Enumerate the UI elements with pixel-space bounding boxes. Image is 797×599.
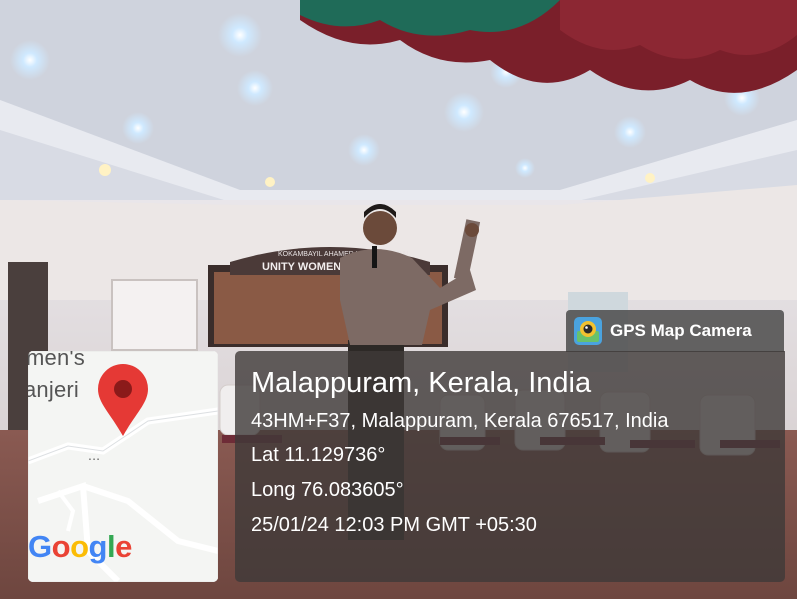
app-name-label: GPS Map Camera bbox=[610, 321, 752, 340]
camera-lens-icon bbox=[574, 317, 602, 345]
google-logo: Google bbox=[28, 529, 132, 565]
google-letter: g bbox=[88, 529, 108, 564]
map-thumbnail[interactable]: men's anjeri ... Google bbox=[28, 351, 218, 582]
address-text: 43HM+F37, Malappuram, Kerala 676517, Ind… bbox=[251, 410, 669, 432]
location-info-panel: Malappuram, Kerala, India 43HM+F37, Mala… bbox=[235, 351, 785, 582]
longitude-text: Long 76.083605° bbox=[251, 479, 404, 501]
map-ellipsis: ... bbox=[88, 447, 101, 463]
google-letter: e bbox=[115, 529, 132, 564]
app-badge: GPS Map Camera bbox=[566, 310, 784, 352]
datetime-text: 25/01/24 12:03 PM GMT +05:30 bbox=[251, 514, 537, 536]
google-letter: o bbox=[70, 529, 89, 564]
map-place-label: men's bbox=[28, 351, 85, 370]
map-place-label-2: anjeri bbox=[28, 377, 80, 402]
google-letter: G bbox=[28, 529, 52, 564]
google-letter: o bbox=[51, 529, 71, 564]
google-letter: l bbox=[106, 529, 116, 564]
place-title: Malappuram, Kerala, India bbox=[251, 367, 592, 399]
latitude-text: Lat 11.129736° bbox=[251, 444, 386, 466]
